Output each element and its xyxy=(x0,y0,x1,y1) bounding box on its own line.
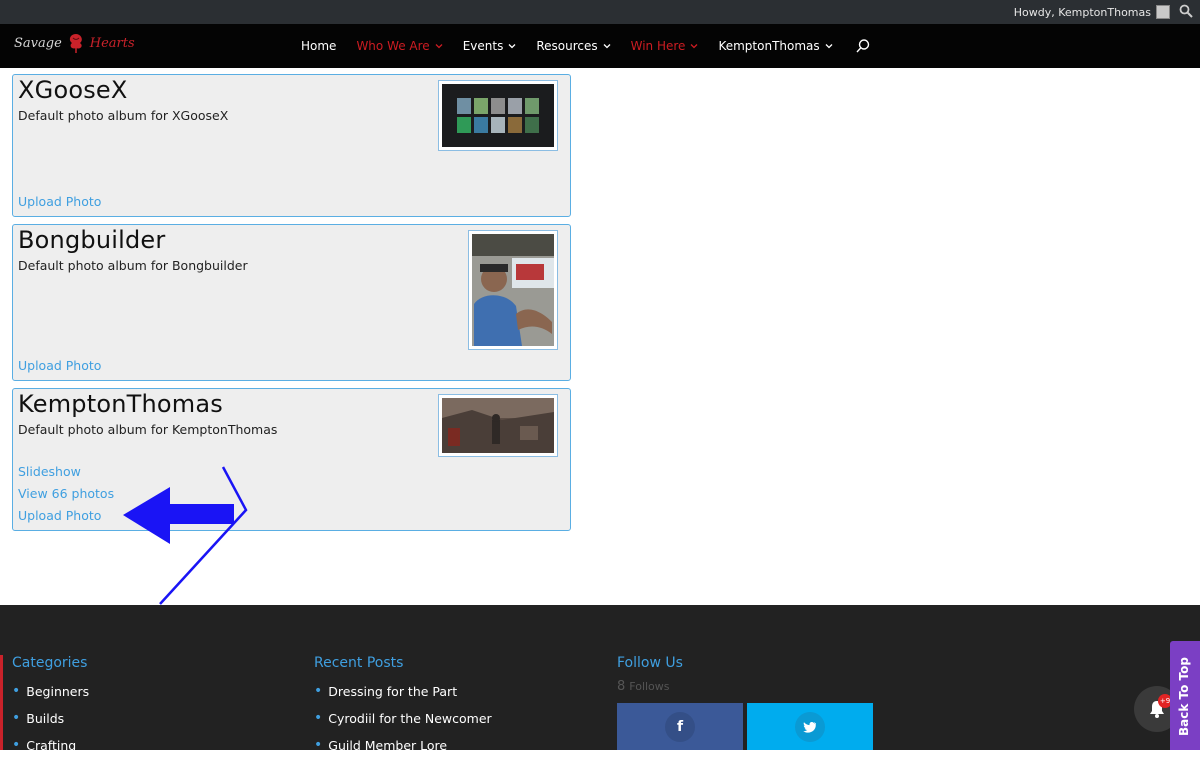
back-to-top-label: Back To Top xyxy=(1177,657,1191,736)
nav-home[interactable]: Home xyxy=(301,39,336,53)
twitter-button[interactable] xyxy=(747,703,873,750)
upload-photo-link[interactable]: Upload Photo xyxy=(18,194,101,209)
album-card-kemptonthomas: KemptonThomas Default photo album for Ke… xyxy=(12,388,571,531)
admin-bar: Howdy, KemptonThomas xyxy=(0,0,1200,24)
site-footer: Categories Beginners Builds Crafting Rec… xyxy=(0,605,1200,753)
album-cover-image xyxy=(442,84,554,147)
album-cover-image xyxy=(442,398,554,453)
categories-heading: Categories xyxy=(12,655,88,671)
main-nav: Home Who We Are Events Resources Win Her… xyxy=(301,24,871,68)
album-title[interactable]: Bongbuilder xyxy=(18,226,165,254)
twitter-icon xyxy=(795,712,825,742)
avatar[interactable] xyxy=(1156,5,1170,19)
footer-follow-us: Follow Us 8 Follows xyxy=(617,655,683,694)
nav-events[interactable]: Events xyxy=(463,39,517,53)
search-icon[interactable] xyxy=(855,38,871,54)
album-thumbnail[interactable] xyxy=(438,80,558,151)
search-icon[interactable] xyxy=(1179,4,1193,18)
howdy-greeting[interactable]: Howdy, KemptonThomas xyxy=(1014,6,1151,19)
nav-win-here[interactable]: Win Here xyxy=(631,39,699,53)
category-link[interactable]: Builds xyxy=(12,710,89,726)
chevron-down-icon xyxy=(435,44,443,49)
recent-posts-heading: Recent Posts xyxy=(314,655,404,671)
chevron-down-icon xyxy=(690,44,698,49)
footer-categories: Categories Beginners Builds Crafting xyxy=(12,655,89,764)
nav-label: Home xyxy=(301,39,337,53)
album-card-xgoosex: XGooseX Default photo album for XGooseX … xyxy=(12,74,571,217)
album-thumbnail[interactable] xyxy=(438,394,558,457)
album-description: Default photo album for KemptonThomas xyxy=(18,422,278,437)
chevron-down-icon xyxy=(508,44,516,49)
nav-kemptonthomas[interactable]: KemptonThomas xyxy=(718,39,833,53)
facebook-icon: f xyxy=(665,712,695,742)
site-header: Savage Hearts Home Who We Are Events Res… xyxy=(0,24,1200,68)
category-link[interactable]: Crafting xyxy=(12,737,89,753)
recent-post-link[interactable]: Cyrodiil for the Newcomer xyxy=(314,710,491,726)
slideshow-link[interactable]: Slideshow xyxy=(18,464,81,479)
nav-label: KemptonThomas xyxy=(718,39,820,53)
logo-text-hearts: Hearts xyxy=(89,35,135,51)
facebook-button[interactable]: f xyxy=(617,703,743,750)
footer-recent-posts: Recent Posts Dressing for the Part Cyrod… xyxy=(314,655,492,764)
follow-us-heading: Follow Us xyxy=(617,655,683,671)
back-to-top-button[interactable]: Back To Top xyxy=(1170,641,1200,750)
upload-photo-link[interactable]: Upload Photo xyxy=(18,508,101,523)
nav-label: Who We Are xyxy=(356,39,430,53)
album-cover-image xyxy=(472,234,554,346)
chevron-down-icon xyxy=(825,44,833,49)
chevron-down-icon xyxy=(603,44,611,49)
account-menu[interactable]: Howdy, KemptonThomas xyxy=(1014,5,1170,19)
album-card-bongbuilder: Bongbuilder Default photo album for Bong… xyxy=(12,224,571,381)
recent-post-link[interactable]: Dressing for the Part xyxy=(314,683,492,699)
logo-text-savage: Savage xyxy=(14,35,62,51)
nav-label: Win Here xyxy=(630,39,686,53)
album-description: Default photo album for Bongbuilder xyxy=(18,258,248,273)
recent-post-link[interactable]: Guild Member Lore xyxy=(314,737,492,753)
nav-label: Events xyxy=(462,39,504,53)
site-logo[interactable]: Savage Hearts xyxy=(14,32,135,54)
album-thumbnail[interactable] xyxy=(468,230,558,350)
upload-photo-link[interactable]: Upload Photo xyxy=(18,358,101,373)
nav-resources[interactable]: Resources xyxy=(536,39,611,53)
footer-accent-bar xyxy=(0,655,3,750)
nav-label: Resources xyxy=(536,39,598,53)
category-link[interactable]: Beginners xyxy=(12,683,89,699)
album-title[interactable]: KemptonThomas xyxy=(18,390,223,418)
annotation-arrow-icon xyxy=(123,466,248,605)
rose-icon xyxy=(69,34,82,53)
follow-count: 8 Follows xyxy=(617,679,670,694)
nav-who-we-are[interactable]: Who We Are xyxy=(356,39,443,53)
album-description: Default photo album for XGooseX xyxy=(18,108,229,123)
album-title[interactable]: XGooseX xyxy=(18,76,128,104)
view-photos-link[interactable]: View 66 photos xyxy=(18,486,114,501)
